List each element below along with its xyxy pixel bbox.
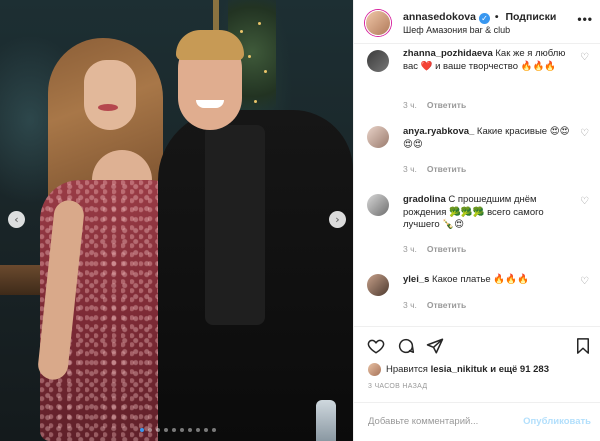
comment-meta: 3 ч. Ответить [403,244,466,254]
carousel-dot [148,428,152,432]
comment-composer: Добавьте комментарий... Опубликовать [354,402,600,441]
separator-dot: • [494,11,499,23]
comment-text: gradolina С прошедшим днём рождения 🥦🥦🥦 … [403,194,571,232]
comment-username[interactable]: zhanna_pozhidaeva [403,48,493,59]
bookmark-icon[interactable] [574,337,592,355]
comment-username[interactable]: gradolina [403,194,446,205]
woman-lips [98,104,118,111]
post-actions-bar [354,326,600,362]
man-smile [196,100,224,108]
chevron-left-icon: ‹ [14,213,19,226]
post-header: annasedokova ✓ • Подписки Шеф Амазония ba… [354,0,600,44]
next-photo-button[interactable]: › [329,211,346,228]
comment-icon[interactable] [397,337,415,355]
comment-time: 3 ч. [403,100,417,110]
commenter-avatar[interactable] [367,126,389,148]
share-icon[interactable] [426,337,444,355]
likes-text[interactable]: Нравится lesia_nikituk и ещё 91 283 [386,364,549,375]
likes-prefix: Нравится [386,364,431,375]
comment-username[interactable]: ylei_s [403,274,429,285]
more-options-icon[interactable]: ••• [577,12,593,26]
reply-button[interactable]: Ответить [427,244,466,254]
liker-username[interactable]: lesia_nikituk [431,364,488,375]
carousel-dot [140,428,144,432]
previous-photo-button[interactable]: ‹ [8,211,25,228]
commenter-avatar[interactable] [367,194,389,216]
carousel-dot [172,428,176,432]
man-shirt [205,125,265,325]
comment-like-icon[interactable]: ♡ [580,196,589,207]
man-hair [176,30,244,60]
post-photo[interactable] [0,0,353,441]
carousel-dot [204,428,208,432]
author-line: annasedokova ✓ • Подписки [403,11,556,24]
comments-list[interactable]: zhanna_pozhidaeva Как же я люблю вас ❤️ … [354,44,600,326]
comment-body: Какое платье 🔥🔥🔥 [429,274,529,285]
comment-input[interactable]: Добавьте комментарий... [368,416,478,427]
following-button[interactable]: Подписки [505,11,556,23]
comment-time: 3 ч. [403,244,417,254]
comment-time: 3 ч. [403,164,417,174]
carousel-dot [196,428,200,432]
heart-icon[interactable] [367,337,385,355]
post-timestamp[interactable]: 3 ЧАСОВ НАЗАД [368,383,427,390]
reply-button[interactable]: Ответить [427,100,466,110]
comment-meta: 3 ч. Ответить [403,164,466,174]
comment-like-icon[interactable]: ♡ [580,128,589,139]
commenter-avatar[interactable] [367,274,389,296]
commenter-avatar[interactable] [367,50,389,72]
likes-row: Нравится lesia_nikituk и ещё 91 283 [354,362,600,380]
reply-button[interactable]: Ответить [427,164,466,174]
carousel-dot [156,428,160,432]
post-side-panel: annasedokova ✓ • Подписки Шеф Амазония ba… [353,0,600,441]
bottle [316,400,336,441]
comment-time: 3 ч. [403,300,417,310]
verified-badge-icon: ✓ [478,13,490,24]
comment-text: anya.ryabkova_ Какие красивые 😍😍😍😍 [403,126,571,151]
instagram-post-view: ‹ › annasedokova ✓ • Подписки Шеф Амазони… [0,0,600,441]
publish-button[interactable]: Опубликовать [523,416,591,427]
likes-count[interactable]: и ещё 91 283 [488,364,549,375]
comment-username[interactable]: anya.ryabkova_ [403,126,474,137]
carousel-dot [212,428,216,432]
carousel-indicator [140,428,216,432]
woman-face [84,60,136,130]
comment-like-icon[interactable]: ♡ [580,52,589,63]
comment-meta: 3 ч. Ответить [403,100,466,110]
comment-text: ylei_s Какое платье 🔥🔥🔥 [403,274,571,287]
comment-meta: 3 ч. Ответить [403,300,466,310]
author-avatar[interactable] [365,10,391,36]
comment-text: zhanna_pozhidaeva Как же я люблю вас ❤️ … [403,48,571,73]
liker-avatar[interactable] [368,363,381,376]
post-location[interactable]: Шеф Амазония bar & club [403,25,510,35]
carousel-dot [164,428,168,432]
carousel-dot [180,428,184,432]
carousel-dot [188,428,192,432]
author-username[interactable]: annasedokova [403,11,476,23]
reply-button[interactable]: Ответить [427,300,466,310]
comment-like-icon[interactable]: ♡ [580,276,589,287]
chevron-right-icon: › [335,213,340,226]
